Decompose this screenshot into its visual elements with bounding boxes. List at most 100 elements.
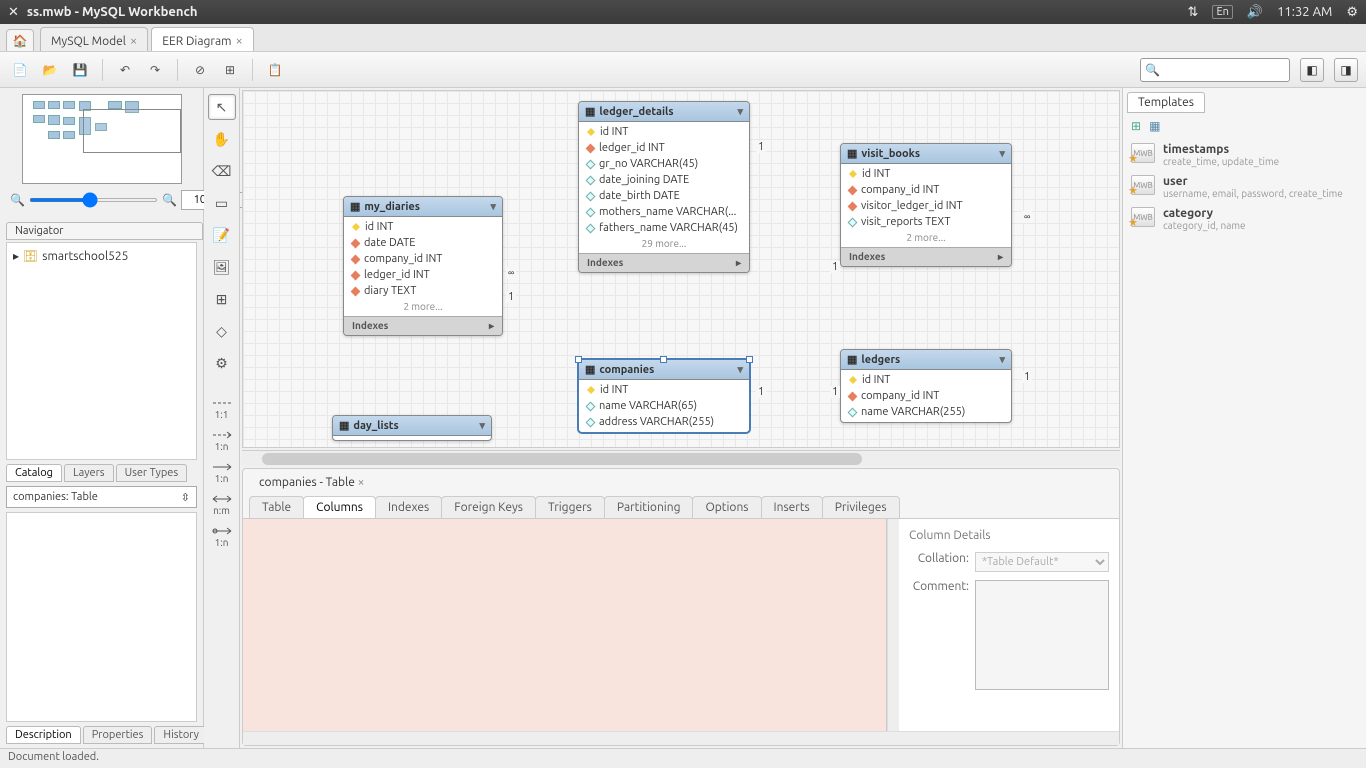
subtab-inserts[interactable]: Inserts xyxy=(761,496,823,518)
tab-layers[interactable]: Layers xyxy=(64,464,114,482)
table-column[interactable]: id INT xyxy=(841,166,1011,182)
collapse-icon[interactable]: ▾ xyxy=(479,419,485,432)
table-column[interactable]: company_id INT xyxy=(841,388,1011,404)
export-button[interactable]: 📋 xyxy=(263,58,287,82)
columns-grid[interactable] xyxy=(243,519,887,731)
home-button[interactable]: 🏠 xyxy=(6,29,34,51)
table-column[interactable]: date_joining DATE xyxy=(579,172,749,188)
catalog-tree[interactable]: ▸ 🗄 smartschool525 xyxy=(6,242,197,460)
search-input[interactable] xyxy=(1160,63,1285,76)
indexes-section[interactable]: Indexes▸ xyxy=(579,253,749,272)
table-column[interactable]: fathers_name VARCHAR(45) xyxy=(579,220,749,236)
gear-icon[interactable]: ⚙ xyxy=(1346,5,1358,20)
collapse-icon[interactable]: ▾ xyxy=(999,353,1005,366)
more-columns[interactable]: 2 more... xyxy=(841,230,1011,245)
close-icon[interactable]: ✕ xyxy=(8,5,19,20)
close-icon[interactable]: × xyxy=(130,34,137,48)
eer-canvas[interactable]: ▦my_diaries▾id INTdate DATEcompany_id IN… xyxy=(242,90,1120,448)
lang-indicator[interactable]: En xyxy=(1212,5,1232,19)
rel-1-n-id-tool[interactable]: 1:n xyxy=(207,460,237,486)
hand-tool[interactable]: ✋ xyxy=(208,126,236,152)
network-icon[interactable]: ⇅ xyxy=(1188,5,1199,20)
eer-table-visit_books[interactable]: ▦visit_books▾id INTcompany_id INTvisitor… xyxy=(840,143,1012,267)
close-icon[interactable]: × xyxy=(358,476,365,489)
tab-eer-diagram[interactable]: EER Diagram× xyxy=(151,27,254,51)
subtab-columns[interactable]: Columns xyxy=(303,496,376,518)
subtab-table[interactable]: Table xyxy=(249,496,304,518)
eer-table-day_lists[interactable]: ▦day_lists▾ xyxy=(332,415,492,441)
table-column[interactable]: ledger_id INT xyxy=(579,140,749,156)
schema-item[interactable]: ▸ 🗄 smartschool525 xyxy=(11,247,192,265)
panel-toggle-2[interactable]: ◨ xyxy=(1334,58,1358,82)
template-item-category[interactable]: MWB★categorycategory_id, name xyxy=(1127,203,1362,235)
more-columns[interactable]: 2 more... xyxy=(344,299,502,314)
table-column[interactable]: date DATE xyxy=(344,235,502,251)
editor-vscrollbar[interactable] xyxy=(887,519,899,731)
table-column[interactable]: id INT xyxy=(579,124,749,140)
table-column[interactable]: id INT xyxy=(344,219,502,235)
more-columns[interactable]: 29 more... xyxy=(579,236,749,251)
zoom-slider[interactable] xyxy=(29,198,158,202)
clock[interactable]: 11:32 AM xyxy=(1277,5,1332,19)
subtab-indexes[interactable]: Indexes xyxy=(375,496,442,518)
redo-button[interactable]: ↷ xyxy=(143,58,167,82)
table-header[interactable]: ▦companies▾ xyxy=(579,360,749,380)
minimap[interactable] xyxy=(22,94,182,184)
table-column[interactable]: address VARCHAR(255) xyxy=(579,414,749,430)
table-column[interactable]: name VARCHAR(65) xyxy=(579,398,749,414)
templates-tab[interactable]: Templates xyxy=(1127,92,1205,113)
volume-icon[interactable]: 🔊 xyxy=(1247,5,1263,20)
rel-1-1-tool[interactable]: 1:1 xyxy=(207,396,237,422)
eer-table-ledgers[interactable]: ▦ledgers▾ id INTcompany_id INTname VARCHA… xyxy=(840,349,1012,423)
table-header[interactable]: ▦my_diaries▾ xyxy=(344,197,502,217)
image-tool[interactable]: 🖼 xyxy=(208,254,236,280)
tab-history[interactable]: History xyxy=(154,726,208,744)
subtab-partitioning[interactable]: Partitioning xyxy=(604,496,694,518)
template-item-user[interactable]: MWB★userusername, email, password, creat… xyxy=(1127,171,1362,203)
close-icon[interactable]: × xyxy=(235,34,242,48)
new-template-icon[interactable]: ⊞ xyxy=(1131,119,1141,133)
navigator-tab[interactable]: Navigator xyxy=(6,222,203,240)
tab-mysql-model[interactable]: MySQL Model× xyxy=(40,27,148,51)
eer-table-ledger_details[interactable]: ▦ledger_details▾id INTledger_id INTgr_no… xyxy=(578,101,750,273)
subtab-foreign-keys[interactable]: Foreign Keys xyxy=(441,496,536,518)
indexes-section[interactable]: Indexes▸ xyxy=(344,316,502,335)
open-file-button[interactable]: 📂 xyxy=(38,58,62,82)
canvas-hscrollbar[interactable] xyxy=(242,450,1120,466)
table-column[interactable]: mothers_name VARCHAR(... xyxy=(579,204,749,220)
rel-1-n-tool[interactable]: 1:n xyxy=(207,428,237,454)
template-item-timestamps[interactable]: MWB★timestampscreate_time, update_time xyxy=(1127,139,1362,171)
table-column[interactable]: company_id INT xyxy=(841,182,1011,198)
pointer-tool[interactable]: ↖ xyxy=(208,94,236,120)
indexes-section[interactable]: Indexes▸ xyxy=(841,247,1011,266)
rel-1-n-pick-tool[interactable]: 1:n xyxy=(207,524,237,550)
table-column[interactable]: id INT xyxy=(841,372,1011,388)
table-header[interactable]: ▦ledgers▾ xyxy=(841,350,1011,370)
comment-textarea[interactable] xyxy=(975,580,1109,690)
validate-button[interactable]: ⊘ xyxy=(188,58,212,82)
collapse-icon[interactable]: ▾ xyxy=(490,200,496,213)
table-header[interactable]: ▦ledger_details▾ xyxy=(579,102,749,122)
object-selector[interactable]: companies: Table⇳ xyxy=(6,486,197,508)
table-column[interactable]: id INT xyxy=(579,382,749,398)
collation-select[interactable]: *Table Default* xyxy=(975,552,1109,572)
table-column[interactable]: gr_no VARCHAR(45) xyxy=(579,156,749,172)
table-tool[interactable]: ⊞ xyxy=(208,286,236,312)
rel-n-m-tool[interactable]: n:m xyxy=(207,492,237,518)
table-column[interactable]: diary TEXT xyxy=(344,283,502,299)
view-tool[interactable]: ◇ xyxy=(208,318,236,344)
routine-tool[interactable]: ⚙ xyxy=(208,350,236,376)
subtab-options[interactable]: Options xyxy=(692,496,761,518)
expand-icon[interactable]: ▸ xyxy=(13,249,19,263)
table-column[interactable]: name VARCHAR(255) xyxy=(841,404,1011,420)
new-file-button[interactable]: 📄 xyxy=(8,58,32,82)
tab-user-types[interactable]: User Types xyxy=(116,464,188,482)
collapse-icon[interactable]: ▾ xyxy=(737,363,743,376)
tab-description[interactable]: Description xyxy=(6,726,81,744)
tab-properties[interactable]: Properties xyxy=(83,726,153,744)
eer-table-my_diaries[interactable]: ▦my_diaries▾id INTdate DATEcompany_id IN… xyxy=(343,196,503,336)
table-header[interactable]: ▦visit_books▾ xyxy=(841,144,1011,164)
grid-button[interactable]: ⊞ xyxy=(218,58,242,82)
zoom-out-icon[interactable]: 🔍 xyxy=(10,193,25,207)
search-box[interactable]: 🔍 xyxy=(1140,58,1290,82)
